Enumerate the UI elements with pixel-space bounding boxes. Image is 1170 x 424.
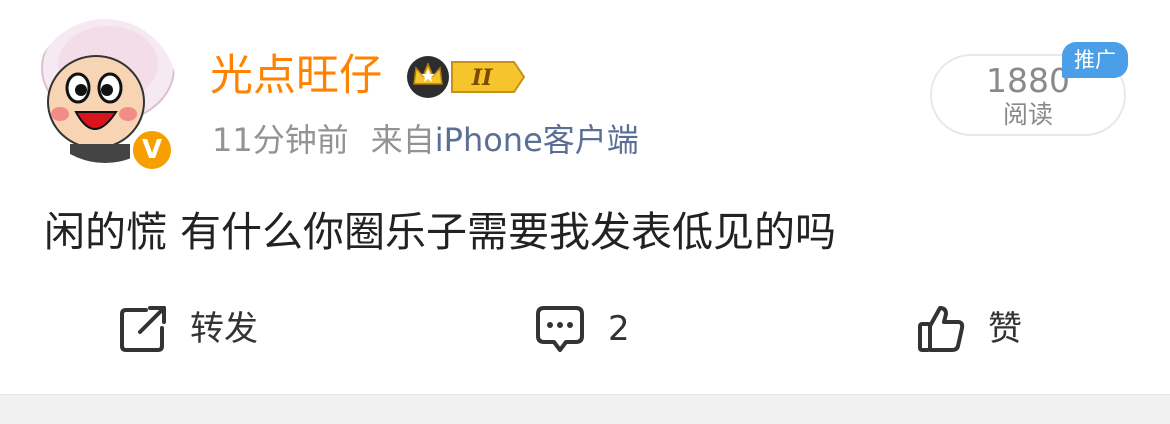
- comment-button[interactable]: 2: [534, 296, 630, 362]
- like-label: 赞: [988, 309, 1022, 349]
- post-time: 11分钟前: [212, 121, 349, 159]
- verified-icon: V: [130, 128, 174, 172]
- post-text[interactable]: 闲的慌 有什么你圈乐子需要我发表低见的吗: [44, 204, 836, 260]
- repost-label: 转发: [190, 309, 258, 349]
- source-prefix: 来自: [370, 121, 435, 159]
- avatar[interactable]: V: [30, 16, 180, 172]
- promo-tag[interactable]: 推广: [1062, 42, 1128, 78]
- username[interactable]: 光点旺仔: [210, 48, 382, 104]
- level-crown-icon[interactable]: II: [402, 54, 526, 100]
- level-badge-text: II: [471, 65, 493, 91]
- like-icon: [918, 306, 965, 352]
- like-button[interactable]: 赞: [916, 296, 1022, 362]
- read-label: 阅读: [1002, 100, 1053, 129]
- comment-icon: [536, 306, 584, 352]
- post-meta: 11分钟前 来自iPhone客户端: [212, 118, 639, 162]
- comment-count: 2: [608, 309, 630, 349]
- repost-icon: [120, 306, 166, 352]
- repost-button[interactable]: 转发: [118, 296, 258, 362]
- post-source[interactable]: iPhone客户端: [435, 121, 639, 159]
- feed-separator: [0, 394, 1170, 424]
- action-bar: 转发 2 赞: [0, 296, 1170, 362]
- weibo-post-card: V 光点旺仔 II 11分钟前 来自iPhone客户端 1880 阅读 推广 闲的…: [0, 0, 1170, 394]
